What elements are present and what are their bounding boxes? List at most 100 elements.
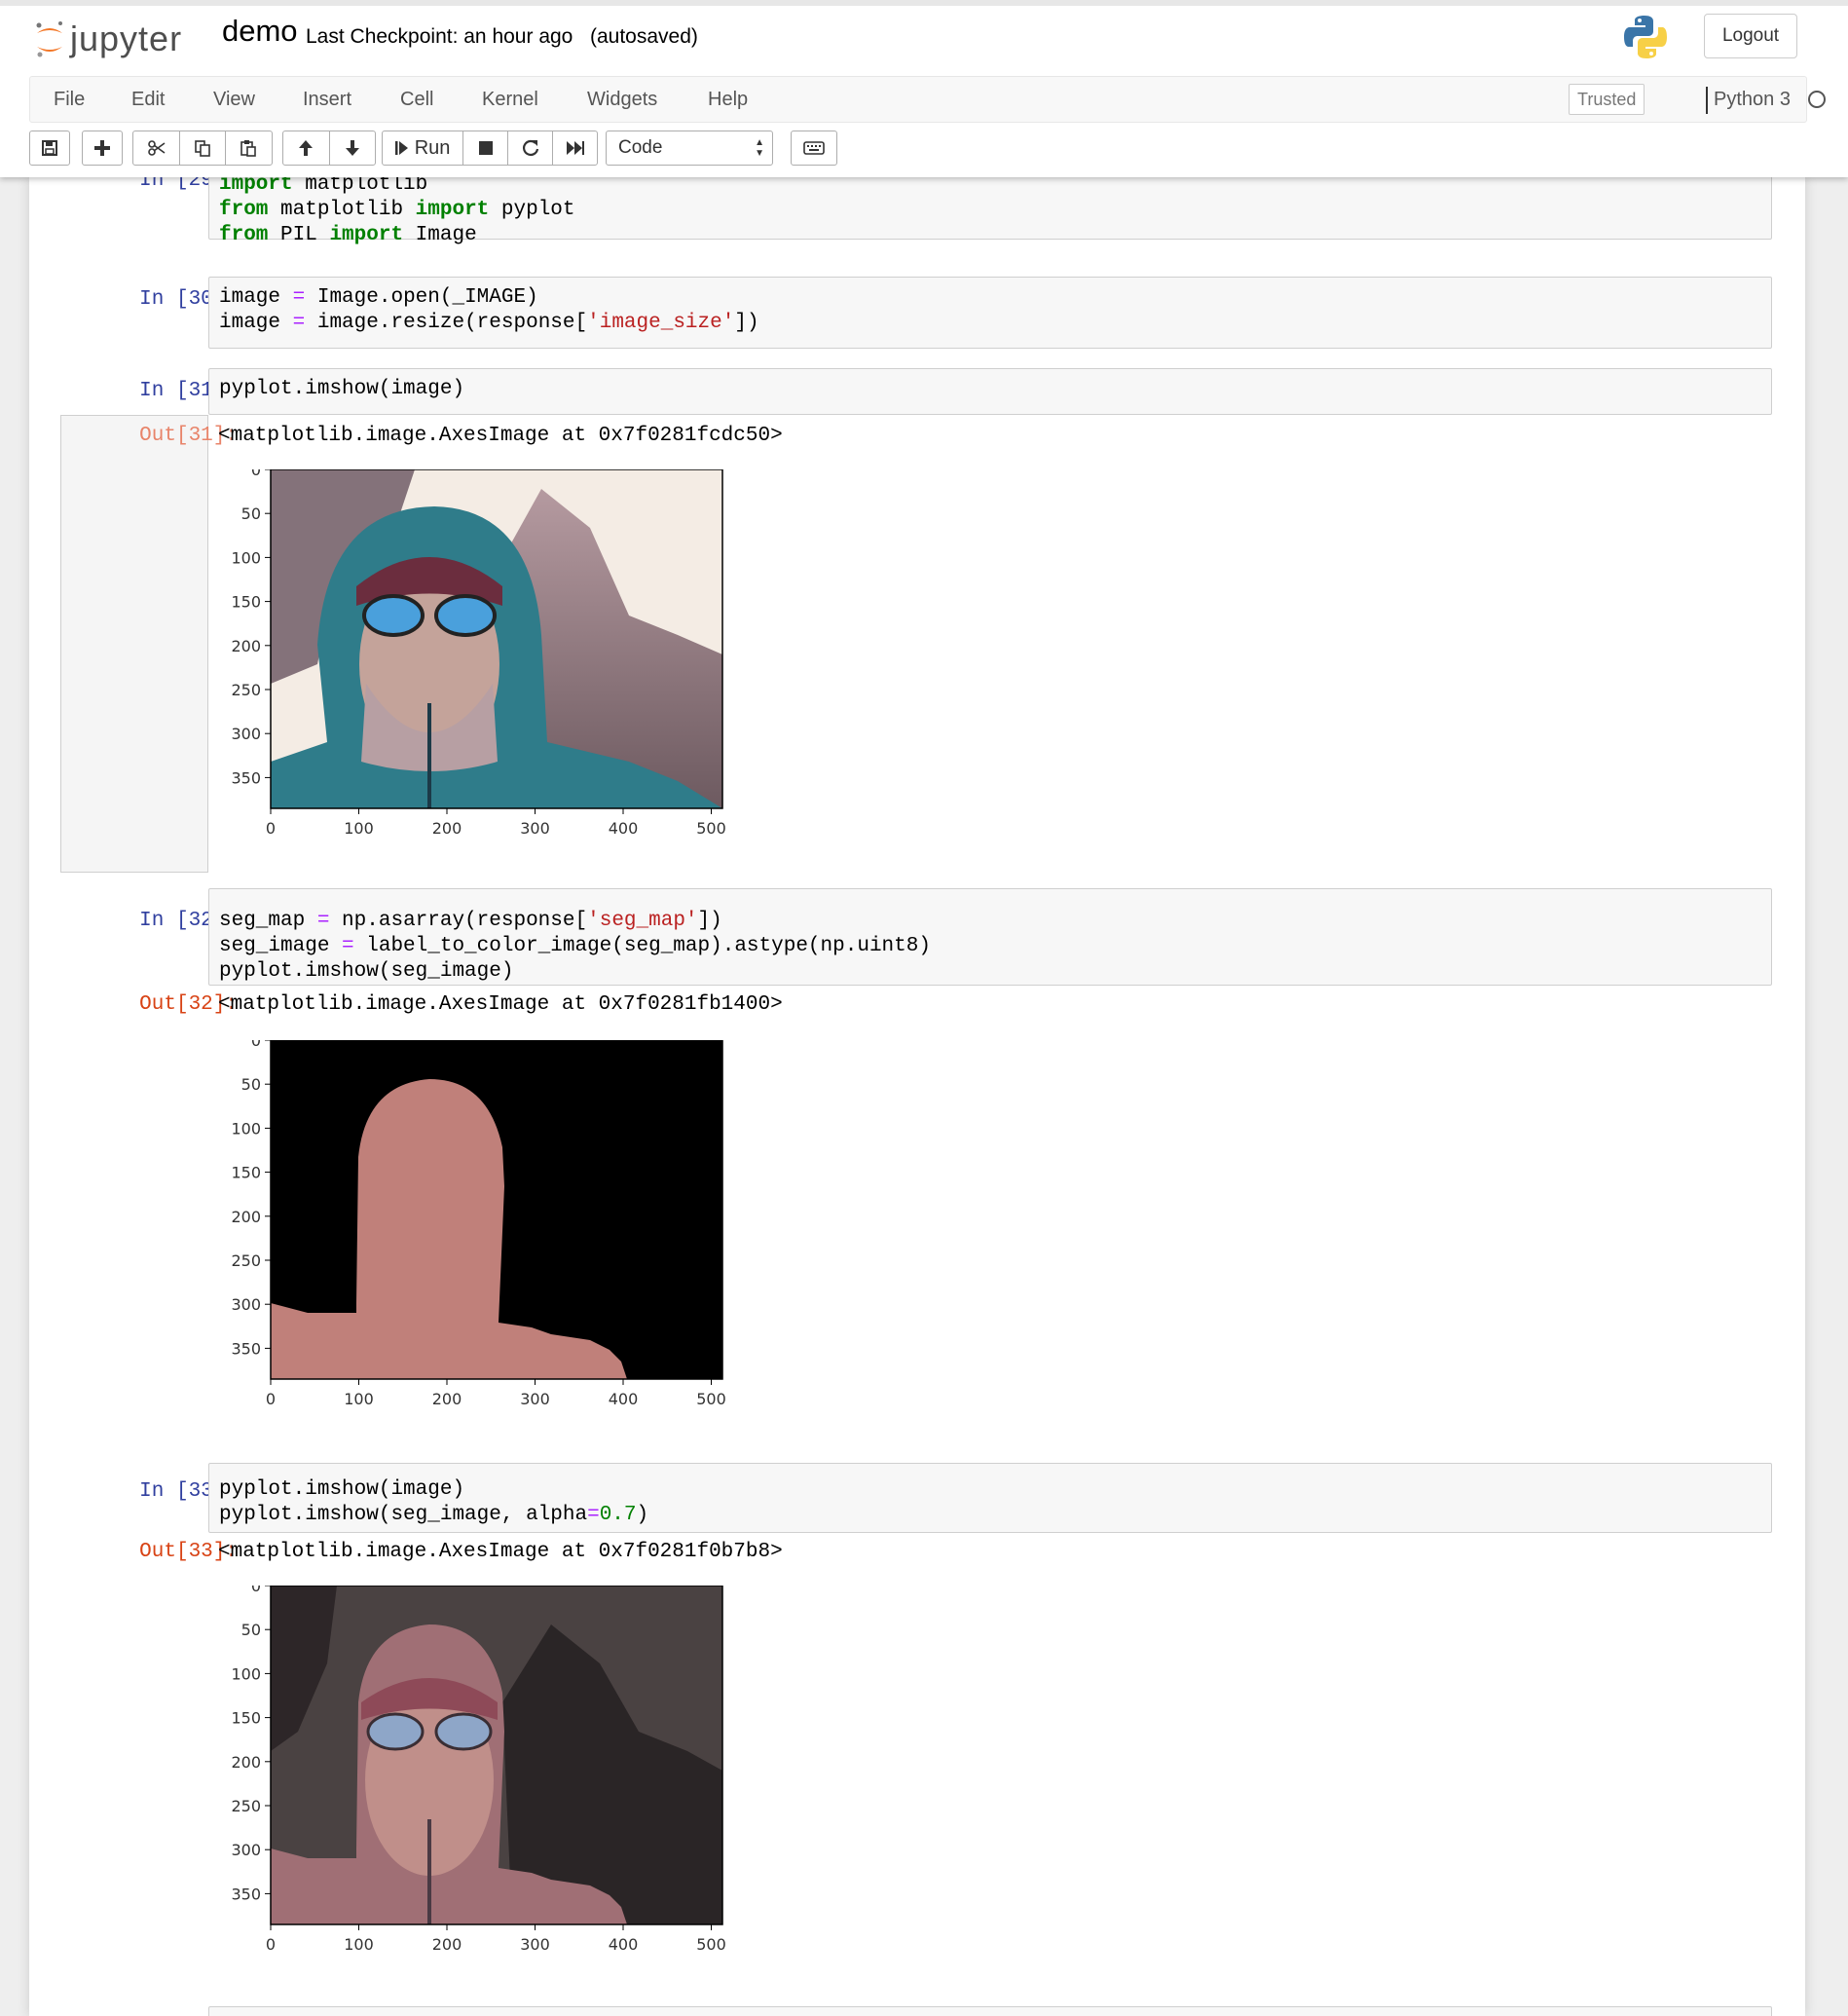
plot-segmentation-map: 0 100 200 300 400 500 0 50 100 150 200 250 300 350: [231, 1040, 726, 1408]
move-down-button[interactable]: [330, 131, 376, 165]
copy-button[interactable]: [180, 131, 226, 165]
plot-overlay: 0 100 200 300 400 500 0 50 100 150 200 250 300 350: [231, 1586, 726, 1954]
x-tick-label: 100: [344, 1390, 374, 1408]
menu-edit[interactable]: Edit: [131, 89, 165, 111]
y-tick-label: 350: [231, 768, 261, 787]
code-cell[interactable]: import matplotlib from matplotlib import…: [208, 177, 1772, 246]
x-tick-label: 400: [609, 819, 639, 838]
code-cell[interactable]: pyplot.imshow(image): [208, 368, 1772, 415]
menu-bar: File Edit View Insert Cell Kernel Widget…: [29, 76, 1826, 123]
code-cell[interactable]: [208, 2006, 1772, 2016]
output-text: <matplotlib.image.AxesImage at 0x7f0281f…: [218, 1541, 783, 1563]
checkpoint-status: Last Checkpoint: an hour ago: [306, 25, 573, 48]
menu-insert[interactable]: Insert: [303, 89, 351, 111]
y-tick-label: 100: [231, 1119, 261, 1138]
interrupt-button[interactable]: [463, 131, 509, 165]
move-up-button[interactable]: [283, 131, 330, 165]
top-border: [0, 0, 1848, 6]
y-tick-label: 300: [231, 1295, 261, 1314]
cut-button[interactable]: [133, 131, 181, 165]
x-tick-label: 500: [696, 1390, 726, 1408]
add-cell-icon: [94, 140, 110, 156]
out-prompt: Out[33]:: [139, 1541, 238, 1563]
code-cell[interactable]: image = Image.open(_IMAGE) image = image…: [208, 277, 1772, 349]
add-cell-button[interactable]: [82, 131, 123, 166]
fast-forward-icon: [566, 141, 584, 155]
logout-button[interactable]: Logout: [1704, 14, 1797, 58]
restart-button[interactable]: [508, 131, 554, 165]
jupyter-logo[interactable]: jupyter: [35, 12, 182, 66]
output-text: <matplotlib.image.AxesImage at 0x7f0281f…: [218, 993, 783, 1016]
x-tick-label: 300: [520, 1935, 550, 1954]
keyboard-icon: [803, 141, 825, 155]
x-tick-label: 200: [432, 819, 462, 838]
overlay-sunglasses-left: [366, 1712, 425, 1751]
y-tick-label: 350: [231, 1885, 261, 1903]
notebook-container: In [29]: import matplotlib from matplotl…: [29, 177, 1805, 2016]
move-group: [282, 131, 376, 166]
y-tick-label: 0: [251, 1040, 261, 1050]
y-tick-label: 50: [241, 1621, 261, 1639]
menu-kernel[interactable]: Kernel: [482, 89, 538, 111]
save-icon: [42, 140, 57, 156]
y-tick-label: 200: [231, 637, 261, 655]
run-button[interactable]: Run: [383, 131, 464, 165]
y-tick-label: 200: [231, 1753, 261, 1772]
x-tick-label: 100: [344, 819, 374, 838]
notebook-header: jupyter demo Last Checkpoint: an hour ag…: [0, 0, 1848, 177]
x-tick-label: 300: [520, 1390, 550, 1408]
output-text: <matplotlib.image.AxesImage at 0x7f0281f…: [218, 425, 783, 447]
copy-icon: [195, 140, 210, 157]
sunglasses-right: [434, 594, 497, 637]
overlay-sunglasses-right: [434, 1712, 493, 1751]
clipboard-group: [132, 131, 273, 166]
save-button[interactable]: [29, 131, 70, 166]
jupyter-logo-text: jupyter: [70, 19, 183, 58]
x-tick-label: 400: [609, 1935, 639, 1954]
notebook-name[interactable]: demo: [222, 14, 298, 49]
cell-type-value: Code: [618, 137, 663, 158]
paste-icon: [240, 140, 257, 157]
command-palette-button[interactable]: [791, 131, 837, 166]
out-prompt: Out[31]:: [139, 425, 238, 447]
y-tick-label: 150: [231, 1709, 261, 1728]
menu-cell[interactable]: Cell: [400, 89, 433, 111]
plot-original-image: 0 100 200 300 400 500 0 50 100 150 200 250 300 350: [231, 469, 726, 838]
x-tick-label: 0: [266, 1390, 276, 1408]
menu-help[interactable]: Help: [708, 89, 748, 111]
y-tick-label: 350: [231, 1339, 261, 1358]
y-tick-label: 200: [231, 1208, 261, 1226]
restart-icon: [522, 139, 538, 156]
sunglasses-left: [362, 594, 425, 637]
restart-run-all-button[interactable]: [553, 131, 597, 165]
select-arrows-icon: ▲ ▼: [755, 137, 764, 159]
python-logo-icon: [1622, 14, 1669, 65]
y-tick-label: 150: [231, 593, 261, 612]
out-prompt: Out[32]:: [139, 993, 238, 1016]
run-group: Run: [382, 131, 598, 166]
menu-widgets[interactable]: Widgets: [587, 89, 657, 111]
code-cell[interactable]: pyplot.imshow(image) pyplot.imshow(seg_i…: [208, 1463, 1772, 1533]
stop-icon: [478, 141, 493, 155]
cut-icon: [147, 140, 166, 156]
x-tick-label: 500: [696, 819, 726, 838]
menu-view[interactable]: View: [213, 89, 255, 111]
kernel-separator: [1706, 87, 1708, 114]
y-tick-label: 300: [231, 725, 261, 743]
menu-file[interactable]: File: [54, 89, 85, 111]
code-cell[interactable]: seg_map = np.asarray(response['seg_map']…: [208, 888, 1772, 986]
x-tick-label: 200: [432, 1935, 462, 1954]
kernel-name[interactable]: Python 3: [1714, 89, 1791, 111]
y-tick-label: 250: [231, 681, 261, 699]
cell-type-select[interactable]: Code ▲ ▼: [606, 131, 773, 166]
x-tick-label: 400: [609, 1390, 639, 1408]
trusted-indicator[interactable]: Trusted: [1569, 84, 1645, 115]
move-down-icon: [345, 140, 359, 156]
x-tick-label: 0: [266, 819, 276, 838]
paste-button[interactable]: [226, 131, 272, 165]
x-tick-label: 100: [344, 1935, 374, 1954]
output-collapse-area[interactable]: [60, 415, 208, 873]
run-label: Run: [414, 136, 451, 159]
y-tick-label: 50: [241, 504, 261, 523]
y-tick-label: 0: [251, 1586, 261, 1595]
